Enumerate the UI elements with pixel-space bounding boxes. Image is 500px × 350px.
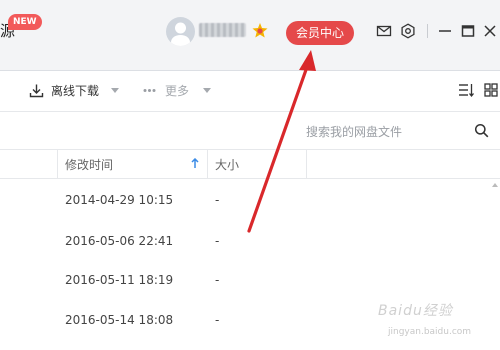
row-modified-time: 2016-05-06 22:41 <box>65 234 174 248</box>
search-input[interactable]: 搜索我的网盘文件 <box>306 123 402 140</box>
sort-icon[interactable] <box>458 83 475 98</box>
settings-icon[interactable] <box>400 23 416 39</box>
minimize-icon[interactable] <box>437 23 453 39</box>
row-size: - <box>215 193 220 207</box>
row-modified-time: 2016-05-11 18:19 <box>65 273 174 287</box>
toolbar: 离线下载 更多 <box>0 71 500 112</box>
more-caret-icon[interactable] <box>203 88 211 93</box>
more-dots-icon[interactable] <box>143 88 156 93</box>
username-blurred[interactable] <box>199 23 246 37</box>
table-row[interactable]: 2014-04-29 10:15 - <box>0 184 500 218</box>
column-divider <box>207 150 208 178</box>
vip-center-button[interactable]: 会员中心 <box>286 21 354 45</box>
watermark-url: jingyan.baidu.com <box>388 327 472 337</box>
row-size: - <box>215 234 220 248</box>
mail-icon[interactable] <box>376 23 392 39</box>
close-icon[interactable] <box>482 23 498 39</box>
download-icon[interactable] <box>29 83 44 98</box>
user-avatar-icon <box>171 22 190 46</box>
row-modified-time: 2014-04-29 10:15 <box>65 193 174 207</box>
row-size: - <box>215 313 220 327</box>
offline-download-button[interactable]: 离线下载 <box>51 71 99 111</box>
table-row[interactable]: 2016-05-11 18:19 - <box>0 264 500 298</box>
title-bar: 源 NEW 会员中心 <box>0 0 500 71</box>
row-size: - <box>215 273 220 287</box>
watermark-logo: Baidu经验 <box>378 303 453 319</box>
grid-view-icon[interactable] <box>484 83 498 97</box>
new-badge: NEW <box>8 14 42 30</box>
offline-download-caret-icon[interactable] <box>111 88 119 93</box>
column-divider <box>306 150 307 178</box>
sort-arrow-up-icon[interactable] <box>191 158 199 169</box>
titlebar-separator <box>427 24 428 38</box>
row-modified-time: 2016-05-14 18:08 <box>65 313 174 327</box>
column-header: 修改时间 大小 <box>0 150 500 179</box>
table-row[interactable]: 2016-05-06 22:41 - <box>0 225 500 259</box>
more-button[interactable]: 更多 <box>165 71 189 111</box>
column-modified-time[interactable]: 修改时间 <box>65 156 113 173</box>
vip-crown-icon[interactable] <box>251 22 269 40</box>
column-divider <box>57 150 58 178</box>
search-bar: 搜索我的网盘文件 <box>0 112 500 150</box>
search-icon[interactable] <box>474 123 489 138</box>
maximize-icon[interactable] <box>460 23 476 39</box>
avatar[interactable] <box>166 17 195 46</box>
column-size[interactable]: 大小 <box>215 156 239 173</box>
